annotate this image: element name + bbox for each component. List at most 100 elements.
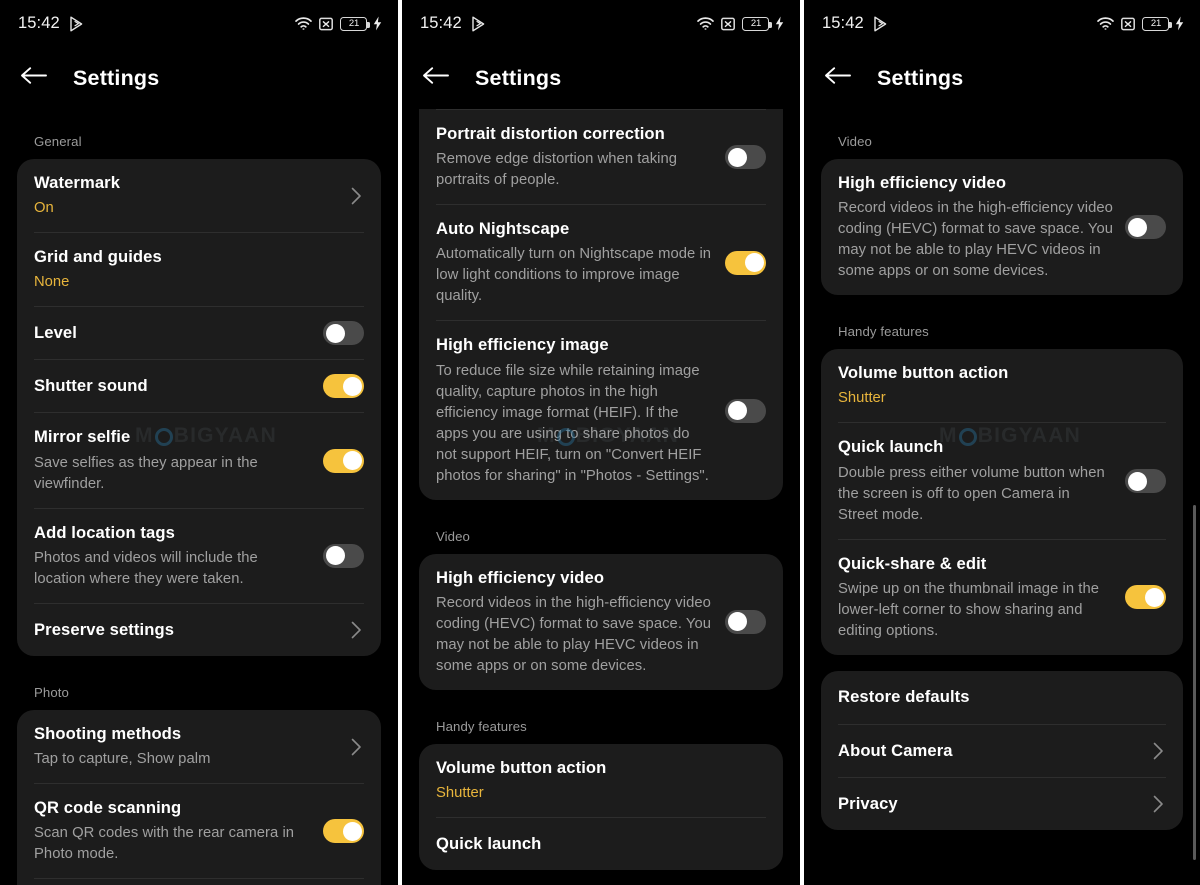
toggle-shutter-sound[interactable] bbox=[323, 374, 364, 399]
row-title: High efficiency video bbox=[436, 567, 605, 587]
play-store-icon bbox=[471, 16, 486, 32]
row-quick-share-and-edit[interactable]: Quick-share & edit Swipe up on the thumb… bbox=[838, 538, 1166, 655]
toggle-add-location-tags[interactable] bbox=[323, 543, 364, 568]
row-title: Level bbox=[34, 323, 77, 343]
row-privacy[interactable]: Privacy bbox=[838, 776, 1166, 830]
charging-bolt-icon bbox=[775, 16, 784, 31]
three-screenshot-strip: 15:42 21 Settings General Watermark On G… bbox=[0, 0, 1200, 885]
status-bar-left: 15:42 bbox=[18, 14, 84, 33]
row-mirror-selfie[interactable]: Mirror selfie Save selfies as they appea… bbox=[34, 412, 364, 507]
status-bar-left: 15:42 bbox=[420, 14, 486, 33]
back-arrow-icon[interactable] bbox=[824, 66, 851, 90]
toggle-knob bbox=[744, 253, 764, 273]
toggle-quick-share-and-edit[interactable] bbox=[1125, 585, 1166, 610]
toggle-knob bbox=[727, 401, 747, 421]
row-title: Shutter sound bbox=[34, 376, 148, 396]
page-title: Settings bbox=[475, 65, 562, 90]
row-title: High efficiency video bbox=[838, 173, 1007, 192]
row-texts: Volume button action Shutter bbox=[436, 757, 766, 804]
row-watermark[interactable]: Watermark On bbox=[34, 159, 364, 232]
row-quick-launch[interactable]: Quick launch bbox=[436, 817, 766, 870]
row-level[interactable]: Level bbox=[34, 306, 364, 359]
row-subtitle: Double press either volume button when t… bbox=[838, 464, 1105, 523]
toggle-qr-code-scanning[interactable] bbox=[323, 819, 364, 844]
row-texts: Quick launch Double press either volume … bbox=[838, 436, 1125, 525]
row-subtitle: To reduce file size while retaining imag… bbox=[436, 362, 709, 484]
row-subtitle: Scan QR codes with the rear camera in Ph… bbox=[34, 825, 295, 863]
row-volume-button-action[interactable]: Volume button action Shutter bbox=[436, 744, 766, 817]
row-shooting-methods[interactable]: Shooting methods Tap to capture, Show pa… bbox=[34, 710, 364, 783]
row-grid-and-guides[interactable]: Grid and guides None bbox=[34, 232, 364, 306]
row-high-efficiency-video[interactable]: High efficiency video Record videos in t… bbox=[436, 554, 766, 690]
toggle-high-efficiency-video[interactable] bbox=[1125, 215, 1166, 240]
play-store-icon bbox=[69, 16, 84, 32]
toggle-high-efficiency-video[interactable] bbox=[725, 609, 766, 634]
wifi-icon bbox=[1097, 17, 1114, 30]
row-restore-defaults[interactable]: Restore defaults bbox=[838, 671, 1166, 724]
status-bar-clock: 15:42 bbox=[420, 14, 462, 32]
settings-card-handy-features: Volume button action Shutter Quick launc… bbox=[419, 743, 783, 871]
row-texts: Volume button action Shutter bbox=[838, 362, 1166, 409]
row-auto-nightscape[interactable]: Auto Nightscape Automatically turn on Ni… bbox=[436, 204, 766, 320]
settings-scroll-area-2[interactable]: Portrait distortion correction Remove ed… bbox=[402, 109, 800, 871]
toggle-auto-nightscape[interactable] bbox=[725, 250, 766, 275]
row-texts: Shooting methods Tap to capture, Show pa… bbox=[34, 723, 348, 770]
row-texts: Grid and guides None bbox=[34, 246, 364, 293]
row-title: High efficiency image bbox=[436, 335, 609, 355]
row-portrait-distortion-correction[interactable]: Portrait distortion correction Remove ed… bbox=[436, 109, 766, 204]
vertical-scrollbar[interactable] bbox=[1193, 505, 1196, 860]
row-texts: High efficiency image To reduce file siz… bbox=[436, 334, 725, 486]
row-texts: Level bbox=[34, 322, 323, 344]
toggle-portrait-distortion-correction[interactable] bbox=[725, 145, 766, 170]
row-texts: Quick-share & edit Swipe up on the thumb… bbox=[838, 553, 1125, 642]
row-high-efficiency-image[interactable]: High efficiency image To reduce file siz… bbox=[436, 320, 766, 499]
back-arrow-icon[interactable] bbox=[422, 66, 449, 90]
row-add-location-tags[interactable]: Add location tags Photos and videos will… bbox=[34, 507, 364, 603]
row-title: Auto Nightscape bbox=[436, 219, 570, 239]
settings-card-photo: Shooting methods Tap to capture, Show pa… bbox=[17, 709, 381, 885]
row-subtitle: Record videos in the high-efficiency vid… bbox=[838, 200, 1114, 280]
row-about-camera[interactable]: About Camera bbox=[838, 723, 1166, 777]
row-texts: High efficiency video Record videos in t… bbox=[436, 567, 725, 677]
row-shutter-sound[interactable]: Shutter sound bbox=[34, 359, 364, 412]
row-high-efficiency-video[interactable]: High efficiency video Record videos in t… bbox=[838, 159, 1166, 295]
section-label-photo: Photo bbox=[34, 684, 69, 700]
status-bar-right: 21 bbox=[1097, 16, 1184, 31]
settings-scroll-area-3[interactable]: Video High efficiency video Record video… bbox=[804, 109, 1200, 830]
row-portrait-distortion-correction[interactable]: Portrait distortion correction bbox=[34, 878, 364, 885]
status-bar-right: 21 bbox=[295, 16, 382, 31]
row-value: Shutter bbox=[436, 785, 484, 802]
row-title: Mirror selfie bbox=[34, 427, 131, 447]
status-bar-left: 15:42 bbox=[822, 14, 888, 33]
row-subtitle: Tap to capture, Show palm bbox=[34, 751, 211, 768]
row-title: Quick-share & edit bbox=[838, 553, 987, 573]
row-title: Add location tags bbox=[34, 522, 175, 542]
app-bar: Settings bbox=[0, 47, 398, 109]
row-qr-code-scanning[interactable]: QR code scanning Scan QR codes with the … bbox=[34, 783, 364, 878]
charging-bolt-icon bbox=[1175, 16, 1184, 31]
toggle-knob bbox=[342, 376, 362, 396]
back-arrow-icon[interactable] bbox=[20, 66, 47, 90]
chevron-right-icon bbox=[1150, 795, 1166, 813]
settings-scroll-area-1[interactable]: General Watermark On Grid and guides Non… bbox=[0, 109, 398, 885]
row-preserve-settings[interactable]: Preserve settings bbox=[34, 602, 364, 656]
toggle-quick-launch[interactable] bbox=[1125, 469, 1166, 494]
settings-card-handy-features: Volume button action Shutter Quick launc… bbox=[821, 349, 1183, 655]
row-quick-launch[interactable]: Quick launch Double press either volume … bbox=[838, 422, 1166, 538]
page-title: Settings bbox=[877, 65, 964, 90]
toggle-high-efficiency-image[interactable] bbox=[725, 398, 766, 423]
status-bar-clock: 15:42 bbox=[822, 14, 864, 32]
row-volume-button-action[interactable]: Volume button action Shutter bbox=[838, 349, 1166, 422]
row-subtitle: Automatically turn on Nightscape mode in… bbox=[436, 246, 712, 305]
status-bar: 15:42 21 bbox=[804, 0, 1200, 47]
toggle-mirror-selfie[interactable] bbox=[323, 448, 364, 473]
section-label-video: Video bbox=[838, 134, 872, 149]
section-label-video: Video bbox=[436, 528, 470, 544]
status-bar-right: 21 bbox=[697, 16, 784, 31]
toggle-knob bbox=[342, 451, 362, 471]
toggle-level[interactable] bbox=[323, 321, 364, 346]
toggle-knob bbox=[325, 546, 345, 566]
